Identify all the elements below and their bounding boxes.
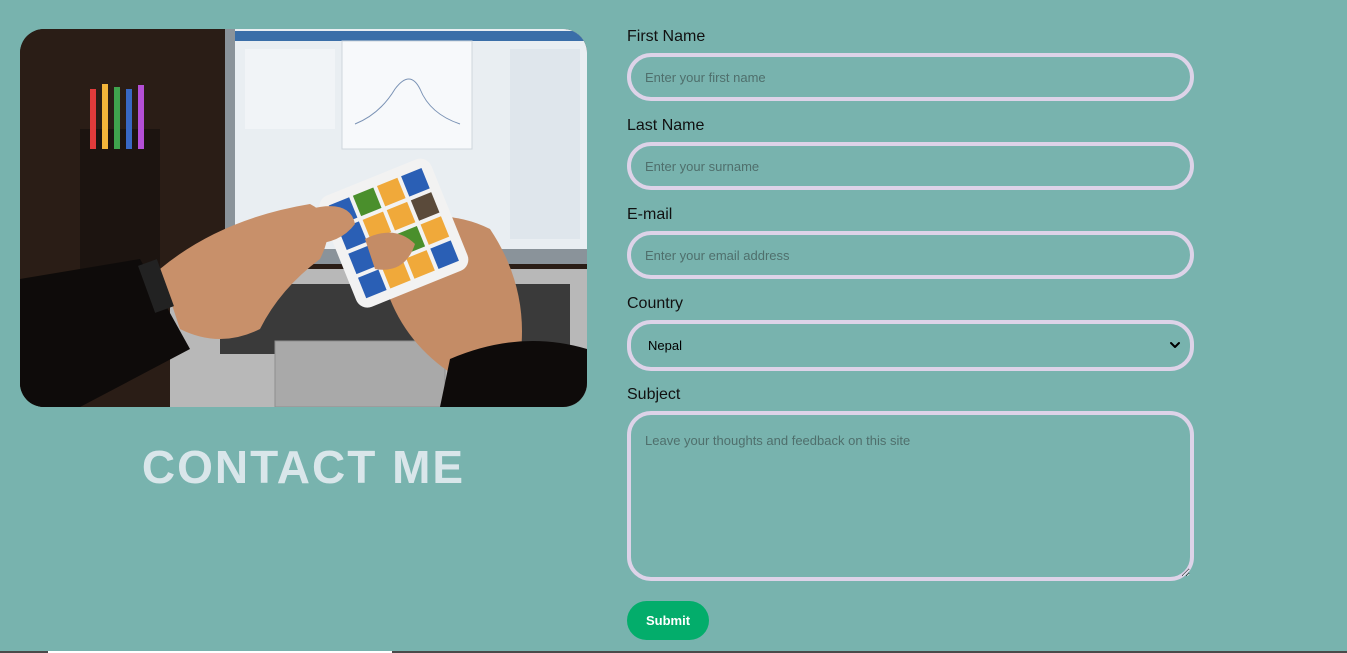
- last-name-input[interactable]: [627, 142, 1194, 190]
- subject-textarea[interactable]: [627, 411, 1194, 581]
- chevron-down-icon: [1170, 342, 1180, 348]
- country-label: Country: [627, 295, 684, 312]
- country-select[interactable]: Nepal: [627, 320, 1194, 371]
- first-name-input[interactable]: [627, 53, 1194, 101]
- country-selected-value: Nepal: [648, 338, 682, 353]
- first-name-label: First Name: [627, 28, 706, 45]
- last-name-label: Last Name: [627, 117, 705, 134]
- contact-heading: CONTACT ME: [141, 441, 466, 493]
- contact-page: CONTACT ME First Name Last Name E-mail C…: [0, 0, 1347, 653]
- email-label: E-mail: [627, 206, 673, 223]
- rubiks-cube-photo: [20, 29, 587, 407]
- subject-label: Subject: [627, 386, 681, 403]
- email-input[interactable]: [627, 231, 1194, 279]
- submit-button[interactable]: Submit: [627, 601, 709, 640]
